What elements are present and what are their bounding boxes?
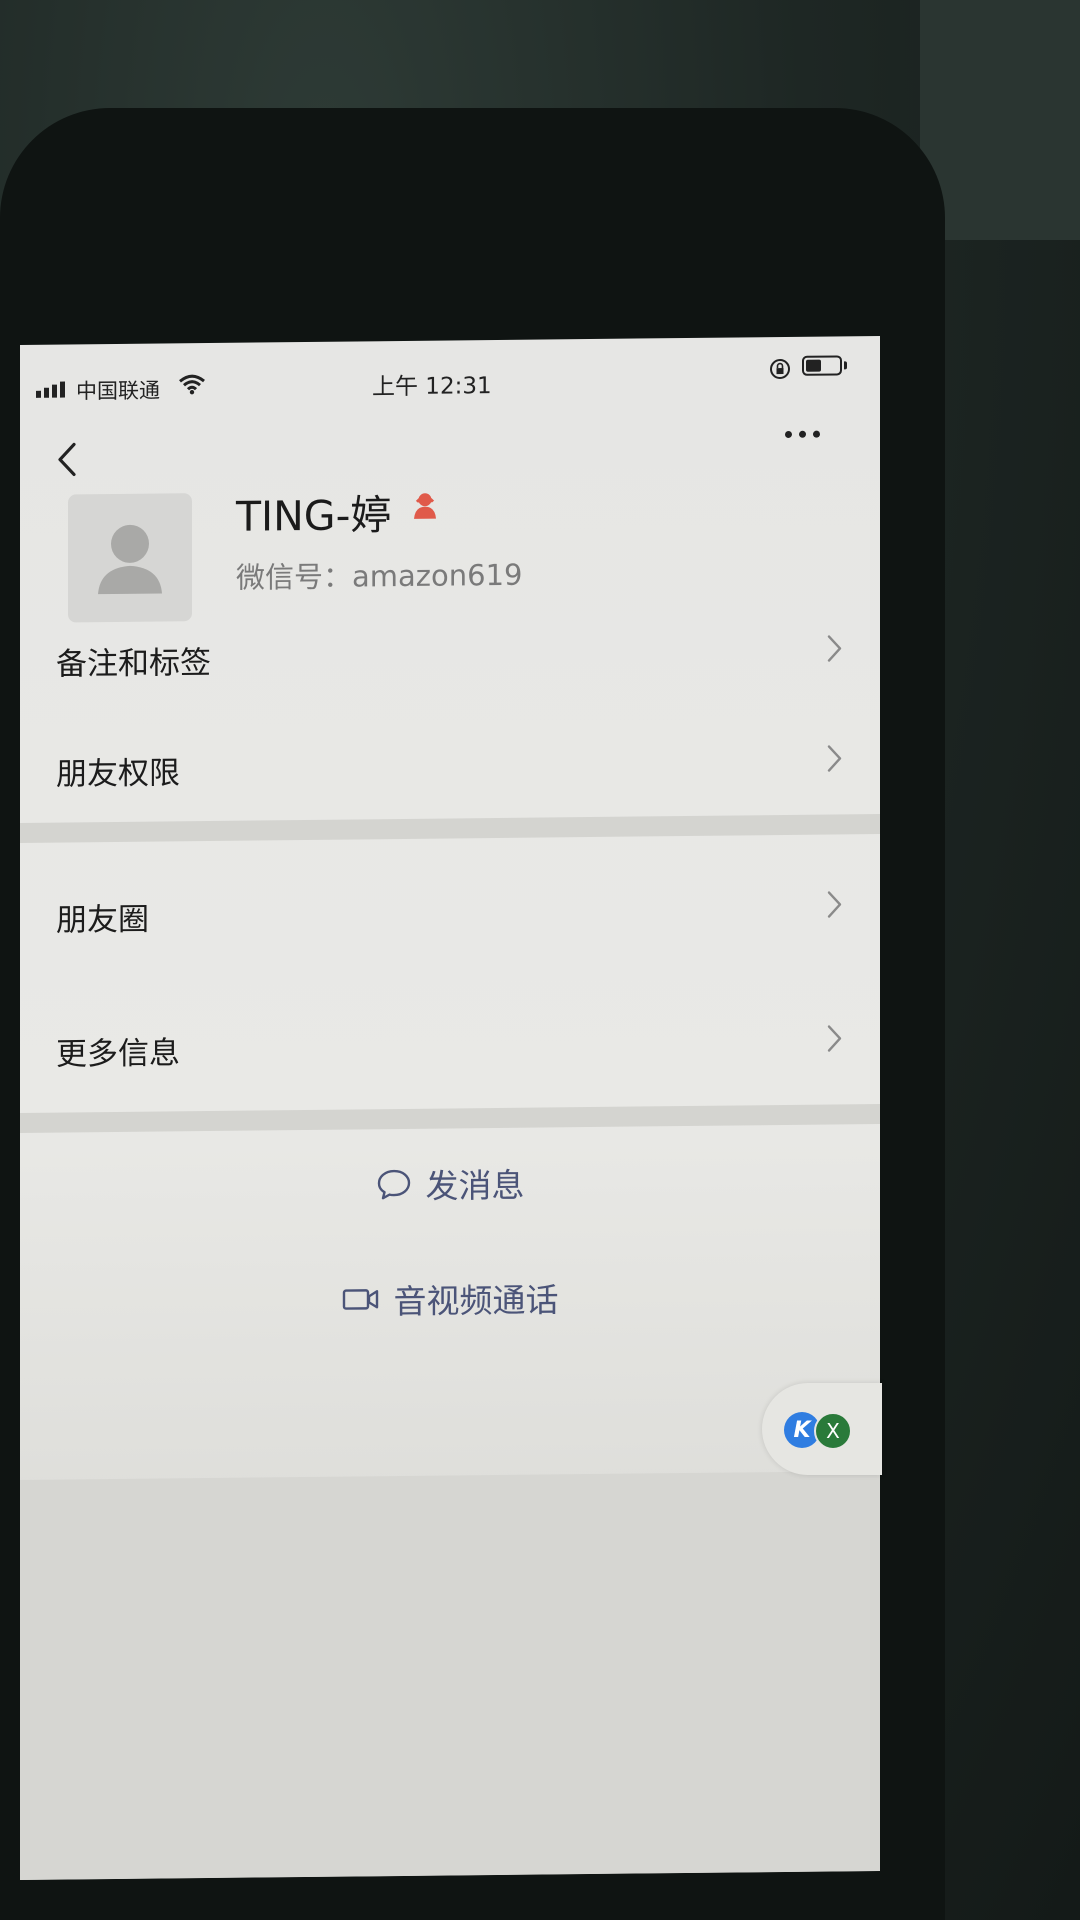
more-dots-icon <box>784 430 792 438</box>
list-item-moments[interactable]: 朋友圈 <box>20 854 880 963</box>
chevron-right-icon <box>827 891 842 918</box>
chevron-right-icon <box>827 1025 842 1052</box>
battery-level <box>806 359 821 372</box>
status-bar: 中国联通 上午 12:31 <box>20 336 880 405</box>
clock: 上午 12:31 <box>372 373 492 401</box>
battery-tip <box>844 361 847 370</box>
photo-scene: 中国联通 上午 12:31 TING-婷 微信号：amazon619 备注和标签… <box>0 0 1080 1920</box>
video-camera-icon <box>342 1289 378 1310</box>
more-dot <box>798 430 806 438</box>
list-item-more-info[interactable]: 更多信息 <box>20 988 880 1097</box>
section-divider <box>20 813 880 843</box>
video-call-button[interactable]: 音视频通话 <box>20 1244 880 1353</box>
chevron-left-icon <box>58 442 76 477</box>
battery-icon <box>802 355 842 376</box>
empty-footer-area <box>20 1470 880 1880</box>
chevron-right-icon <box>827 745 842 772</box>
carrier-name: 中国联通 <box>76 378 160 404</box>
send-message-button[interactable]: 发消息 <box>20 1129 880 1238</box>
rotation-lock-icon <box>768 357 792 387</box>
phone-screen: 中国联通 上午 12:31 TING-婷 微信号：amazon619 备注和标签… <box>20 335 880 1880</box>
list-item-label: 朋友权限 <box>56 755 180 793</box>
floating-assistant-bubble[interactable]: K X <box>762 1383 882 1475</box>
list-item-remarks-tags[interactable]: 备注和标签 <box>20 598 880 707</box>
wechat-id: 微信号：amazon619 <box>236 557 523 595</box>
female-icon <box>410 491 440 527</box>
chat-bubble-icon <box>377 1169 410 1200</box>
avatar[interactable] <box>68 493 192 623</box>
close-floating-button[interactable]: X <box>814 1412 852 1450</box>
list-item-label: 朋友圈 <box>56 901 149 939</box>
list-item-friend-permissions[interactable]: 朋友权限 <box>20 708 880 817</box>
default-avatar-icon <box>98 524 162 595</box>
more-dot <box>812 430 820 438</box>
chevron-right-icon <box>827 635 842 662</box>
contact-name: TING-婷 <box>236 491 392 541</box>
send-message-label: 发消息 <box>425 1165 525 1206</box>
list-item-label: 更多信息 <box>56 1035 180 1073</box>
more-options-button[interactable] <box>774 419 830 450</box>
section-divider <box>20 1103 880 1133</box>
list-item-label: 备注和标签 <box>56 644 211 683</box>
video-call-label: 音视频通话 <box>393 1280 559 1322</box>
back-button[interactable] <box>48 434 92 484</box>
wifi-icon <box>178 373 206 401</box>
signal-icon <box>36 381 65 398</box>
